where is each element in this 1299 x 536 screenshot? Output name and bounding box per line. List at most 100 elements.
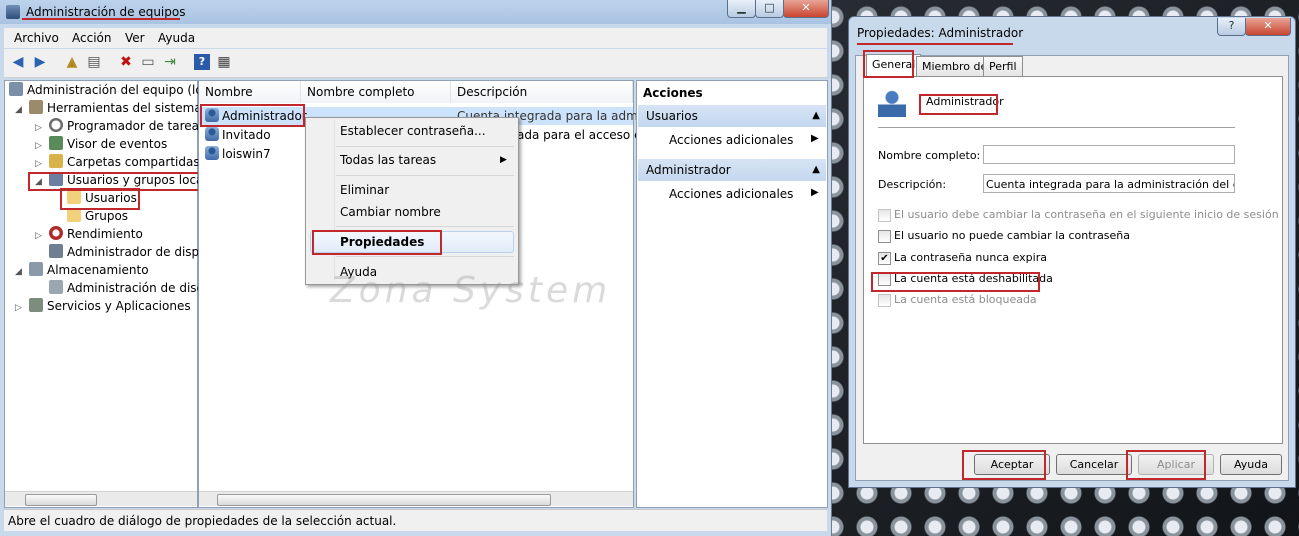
action-pane-icon[interactable]: ▦ [216, 54, 232, 70]
delete-icon[interactable]: ✖ [118, 54, 134, 70]
menu-separator [336, 175, 514, 176]
user-name: Invitado [222, 128, 271, 142]
actions-more-administrador[interactable]: Acciones adicionales [669, 187, 793, 201]
full-name-field[interactable] [983, 145, 1235, 164]
actions-more-usuarios[interactable]: Acciones adicionales [669, 133, 793, 147]
checkbox-must-change[interactable] [878, 209, 891, 222]
highlight-general-tab [863, 50, 914, 78]
description-field[interactable]: Cuenta integrada para la administración … [983, 174, 1235, 193]
checkbox-label: El usuario debe cambiar la contraseña en… [894, 208, 1279, 221]
tree-label: Visor de eventos [67, 137, 168, 151]
tree-item-system-tools[interactable]: Herramientas del sistema [29, 99, 202, 117]
checkbox-cannot-change[interactable] [878, 230, 891, 243]
section-title: Administrador [646, 163, 731, 177]
menu-ayuda[interactable]: Ayuda [158, 31, 195, 45]
tree-label: Administración del equipo (loc [27, 83, 210, 97]
menu-accion[interactable]: Acción [72, 31, 111, 45]
action-label: Acciones adicionales [669, 133, 794, 147]
actions-section-administrador[interactable]: Administrador ▲ [638, 159, 826, 181]
tree-label: Administrador de dispo [67, 245, 207, 259]
menu-bar: Archivo Acción Ver Ayuda [4, 28, 827, 48]
tab-perfil[interactable]: Perfil [983, 56, 1023, 77]
tree-item-performance[interactable]: Rendimiento [49, 225, 143, 243]
menu-ver[interactable]: Ver [125, 31, 145, 45]
menu-all-tasks[interactable]: Todas las tareas [340, 150, 436, 170]
tools-icon [29, 100, 43, 114]
properties-icon[interactable]: ▭ [140, 54, 156, 70]
close-button[interactable]: ✕ [783, 0, 829, 18]
tab-miembro-de[interactable]: Miembro de [916, 56, 994, 77]
expand-arrow-icon[interactable]: ▷ [35, 141, 42, 151]
dialog-body: General Miembro de Perfil Administrador … [855, 54, 1289, 481]
column-description[interactable]: Descripción [451, 81, 633, 103]
up-folder-icon[interactable]: ▲ [64, 54, 80, 70]
menu-rename[interactable]: Cambiar nombre [340, 202, 441, 222]
menu-set-password[interactable]: Establecer contraseña... [340, 121, 486, 141]
list-scrollbar[interactable] [199, 491, 633, 506]
tree-label: Programador de tareas [67, 119, 206, 133]
show-tree-icon[interactable]: ▤ [86, 54, 102, 70]
forward-icon[interactable]: ▶ [32, 54, 48, 70]
submenu-arrow-icon: ▶ [500, 155, 507, 165]
expand-arrow-icon[interactable]: ▷ [35, 231, 42, 241]
scroll-thumb[interactable] [25, 494, 97, 506]
collapse-arrow-icon[interactable]: ◢ [15, 105, 22, 115]
actions-header: Acciones [643, 86, 703, 100]
menu-separator [336, 256, 514, 257]
tree-label: Carpetas compartidas [67, 155, 200, 169]
tree-item-shared-folders[interactable]: Carpetas compartidas [49, 153, 200, 171]
collapse-up-icon[interactable]: ▲ [812, 159, 820, 181]
shared-folder-icon [49, 154, 63, 168]
expand-arrow-icon[interactable]: ▷ [35, 123, 42, 133]
app-icon [6, 5, 20, 19]
tree-label: Almacenamiento [47, 263, 149, 277]
help-dialog-button[interactable]: Ayuda [1220, 454, 1282, 475]
actions-section-usuarios[interactable]: Usuarios ▲ [638, 105, 826, 127]
tree-scrollbar[interactable] [5, 491, 197, 506]
help-button[interactable]: ? [1217, 18, 1246, 36]
column-full-name[interactable]: Nombre completo [301, 81, 451, 103]
menu-archivo[interactable]: Archivo [14, 31, 59, 45]
checkbox-never-expires[interactable]: ✔ [878, 252, 891, 265]
tree-item-device-manager[interactable]: Administrador de dispo [49, 243, 207, 261]
export-icon[interactable]: ⇥ [162, 54, 178, 70]
tree-item-services-apps[interactable]: Servicios y Aplicaciones [29, 297, 191, 315]
services-icon [29, 298, 43, 312]
storage-icon [29, 262, 43, 276]
actions-pane: Acciones Usuarios ▲ Acciones adicionales … [636, 80, 828, 508]
tree-item-storage[interactable]: Almacenamiento [29, 261, 149, 279]
clock-icon [49, 118, 63, 132]
cancel-button[interactable]: Cancelar [1056, 454, 1132, 475]
collapse-up-icon[interactable]: ▲ [812, 105, 820, 127]
tree-label: Administración de disco [67, 281, 211, 295]
computer-icon [9, 82, 23, 96]
minimize-button[interactable]: ▁ [727, 0, 756, 18]
tree-item-task-scheduler[interactable]: Programador de tareas [49, 117, 205, 135]
submenu-arrow-icon: ▶ [811, 187, 819, 198]
expand-arrow-icon[interactable]: ▷ [15, 303, 22, 313]
tree-item-root[interactable]: Administración del equipo (loc [9, 81, 209, 99]
menu-delete[interactable]: Eliminar [340, 180, 389, 200]
tree-item-event-viewer[interactable]: Visor de eventos [49, 135, 167, 153]
scroll-thumb[interactable] [217, 494, 551, 506]
dialog-close-button[interactable]: ✕ [1245, 18, 1291, 36]
user-icon [205, 146, 219, 160]
collapse-arrow-icon[interactable]: ◢ [15, 267, 22, 277]
watermark-text: Zona System [330, 270, 612, 311]
highlight-usuarios [60, 188, 140, 210]
expand-arrow-icon[interactable]: ▷ [35, 159, 42, 169]
general-tab-page: Administrador Nombre completo: Descripci… [863, 76, 1283, 444]
checkbox-account-locked[interactable] [878, 294, 891, 307]
tree-item-disk-management[interactable]: Administración de disco [49, 279, 210, 297]
user-name-cell: Invitado [205, 126, 271, 144]
title-underline [22, 18, 180, 20]
user-avatar-icon [878, 89, 906, 117]
column-name[interactable]: Nombre [199, 81, 301, 103]
menu-gutter [334, 120, 335, 280]
performance-icon [49, 226, 63, 240]
context-menu: Establecer contraseña... Todas las tarea… [305, 117, 519, 285]
dialog-title: Propiedades: Administrador [857, 26, 1024, 40]
help-icon[interactable]: ? [194, 54, 210, 70]
maximize-button[interactable]: □ [755, 0, 784, 18]
back-icon[interactable]: ◀ [10, 54, 26, 70]
